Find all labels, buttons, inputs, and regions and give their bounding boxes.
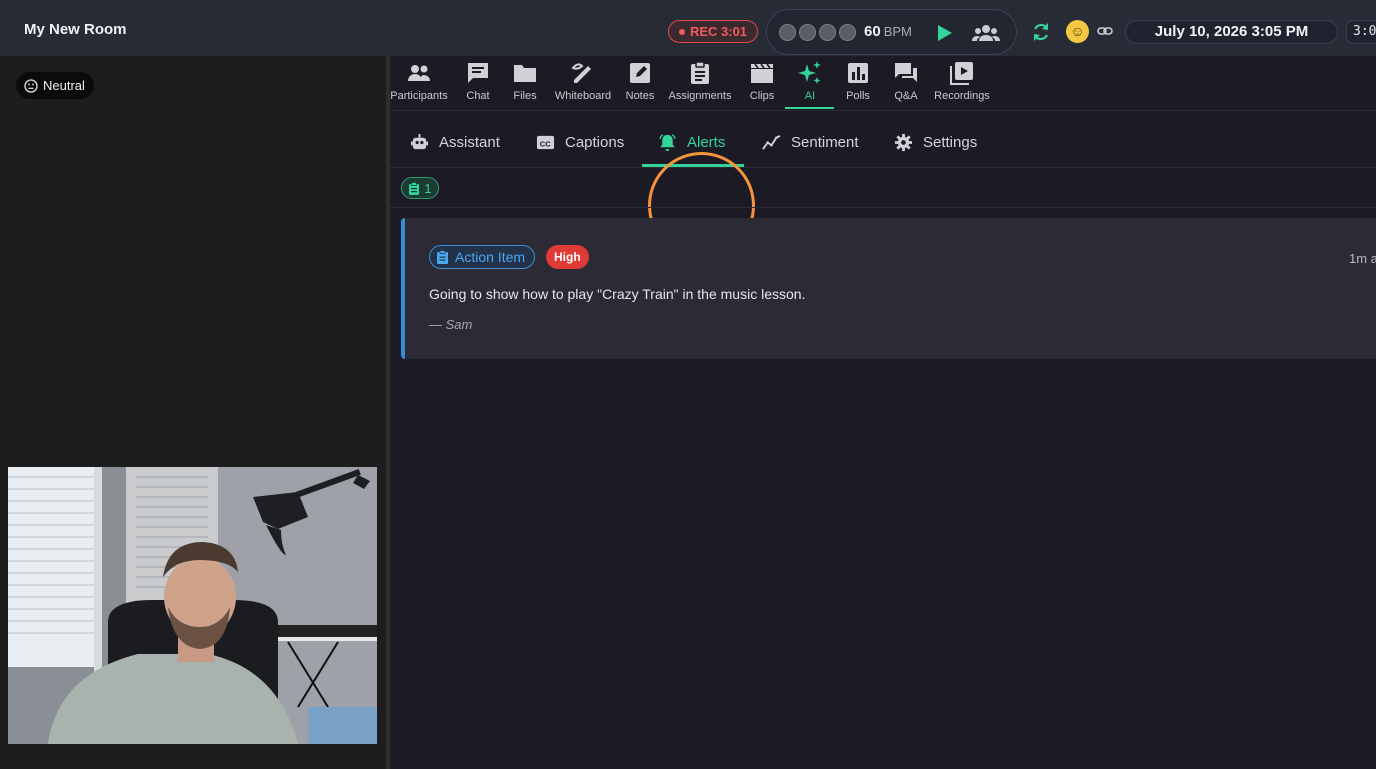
whiteboard-icon: [571, 63, 591, 83]
neutral-face-icon: [24, 78, 38, 93]
recording-dot-icon: [678, 28, 685, 35]
priority-badge: High: [546, 245, 589, 269]
play-icon[interactable]: [935, 22, 955, 44]
tab-label: Sentiment: [791, 133, 859, 151]
tool-qa[interactable]: Q&A: [886, 60, 926, 110]
tool-chat[interactable]: Chat: [458, 60, 498, 110]
active-tool-underline: [785, 107, 834, 109]
clipboard-icon: [691, 61, 709, 84]
beat-indicator[interactable]: [799, 24, 816, 41]
alert-author: — Sam: [429, 317, 473, 332]
tab-sentiment[interactable]: Sentiment: [762, 130, 859, 154]
alert-type-badge: Action Item: [429, 245, 536, 269]
feature-toolbar: Participants Chat Files Whiteboard Notes…: [390, 56, 1376, 111]
link-icon[interactable]: [1097, 23, 1113, 39]
tool-label: Polls: [846, 90, 870, 102]
gear-icon: [894, 133, 913, 151]
tool-assignments[interactable]: Assignments: [666, 60, 734, 110]
alert-message: Going to show how to play "Crazy Train" …: [429, 286, 806, 302]
tool-whiteboard[interactable]: Whiteboard: [552, 60, 614, 110]
notes-icon: [630, 63, 650, 83]
alert-timestamp: 1m a: [1349, 251, 1376, 266]
tool-label: AI: [804, 90, 816, 102]
tool-label: Q&A: [894, 90, 918, 102]
tab-alerts[interactable]: Alerts: [658, 130, 725, 154]
sparkle-icon: [798, 61, 821, 84]
beat-indicator[interactable]: [819, 24, 836, 41]
mood-label: Neutral: [43, 78, 85, 93]
webcam-feed: [8, 467, 377, 744]
tab-captions[interactable]: CC Captions: [536, 130, 624, 154]
mood-indicator: Neutral: [16, 72, 94, 99]
tab-settings[interactable]: Settings: [894, 130, 977, 154]
top-bar: My New Room REC 3:01 60 BPM ☺ July 10, 2…: [0, 0, 1376, 56]
tab-assistant[interactable]: Assistant: [410, 130, 500, 154]
tool-files[interactable]: Files: [506, 60, 544, 110]
bpm-unit: BPM: [883, 24, 912, 39]
date-time-display: July 10, 2026 3:05 PM: [1125, 20, 1338, 44]
room-title: My New Room: [24, 21, 127, 38]
clipboard-icon: [437, 250, 448, 264]
tool-polls[interactable]: Polls: [838, 60, 878, 110]
group-icon[interactable]: [971, 21, 1001, 45]
tool-recordings[interactable]: Recordings: [932, 60, 992, 110]
ai-subtabs: Assistant CC Captions Alerts Sentiment S…: [390, 112, 1376, 259]
robot-icon: [410, 133, 429, 149]
beat-indicator[interactable]: [779, 24, 796, 41]
tab-label: Assistant: [439, 133, 500, 151]
poll-icon: [848, 63, 868, 83]
qa-icon: [895, 63, 917, 82]
alert-filter-bar: 1: [390, 169, 1376, 208]
tool-label: Notes: [625, 90, 655, 102]
participant-video[interactable]: [8, 467, 377, 744]
folder-icon: [514, 65, 536, 82]
recordings-icon: [950, 62, 973, 85]
tool-label: Chat: [466, 90, 490, 102]
tool-clips[interactable]: Clips: [742, 60, 782, 110]
tool-ai[interactable]: AI: [790, 60, 830, 110]
svg-text:CC: CC: [540, 139, 551, 148]
clipboard-icon: [409, 181, 420, 195]
bpm-display[interactable]: 60 BPM: [864, 23, 912, 40]
clapper-icon: [751, 63, 773, 83]
recording-label: REC 3:01: [689, 24, 748, 39]
tool-participants[interactable]: Participants: [390, 60, 448, 110]
tool-label: Assignments: [668, 90, 732, 102]
tool-label: Recordings: [934, 90, 990, 102]
bpm-value: 60: [864, 23, 881, 40]
action-item-count: 1: [424, 180, 432, 196]
tool-label: Files: [513, 90, 537, 102]
alert-card[interactable]: Action Item High 1m a Going to show how …: [401, 218, 1376, 359]
tab-label: Settings: [923, 133, 978, 151]
recording-badge[interactable]: REC 3:01: [668, 20, 758, 43]
session-timer: 3:0: [1346, 20, 1376, 44]
tool-label: Whiteboard: [554, 90, 612, 102]
tab-label: Captions: [565, 133, 625, 151]
side-panel: Participants Chat Files Whiteboard Notes…: [390, 56, 1376, 769]
participants-icon: [408, 65, 430, 81]
bell-icon: [659, 133, 676, 151]
action-item-count-chip[interactable]: 1: [401, 177, 439, 199]
trend-icon: [762, 134, 781, 150]
tab-label: Alerts: [687, 133, 726, 151]
tool-label: Clips: [749, 90, 775, 102]
captions-icon: CC: [536, 135, 555, 149]
metronome-widget: 60 BPM: [766, 9, 1017, 55]
emoji-reaction-icon[interactable]: ☺: [1066, 20, 1089, 43]
chat-icon: [468, 63, 488, 83]
tool-notes[interactable]: Notes: [622, 60, 658, 110]
alert-type-label: Action Item: [455, 249, 526, 265]
tool-label: Participants: [390, 90, 448, 102]
sync-icon[interactable]: [1030, 21, 1052, 43]
beat-indicator[interactable]: [839, 24, 856, 41]
video-panel: Neutral: [0, 56, 386, 769]
